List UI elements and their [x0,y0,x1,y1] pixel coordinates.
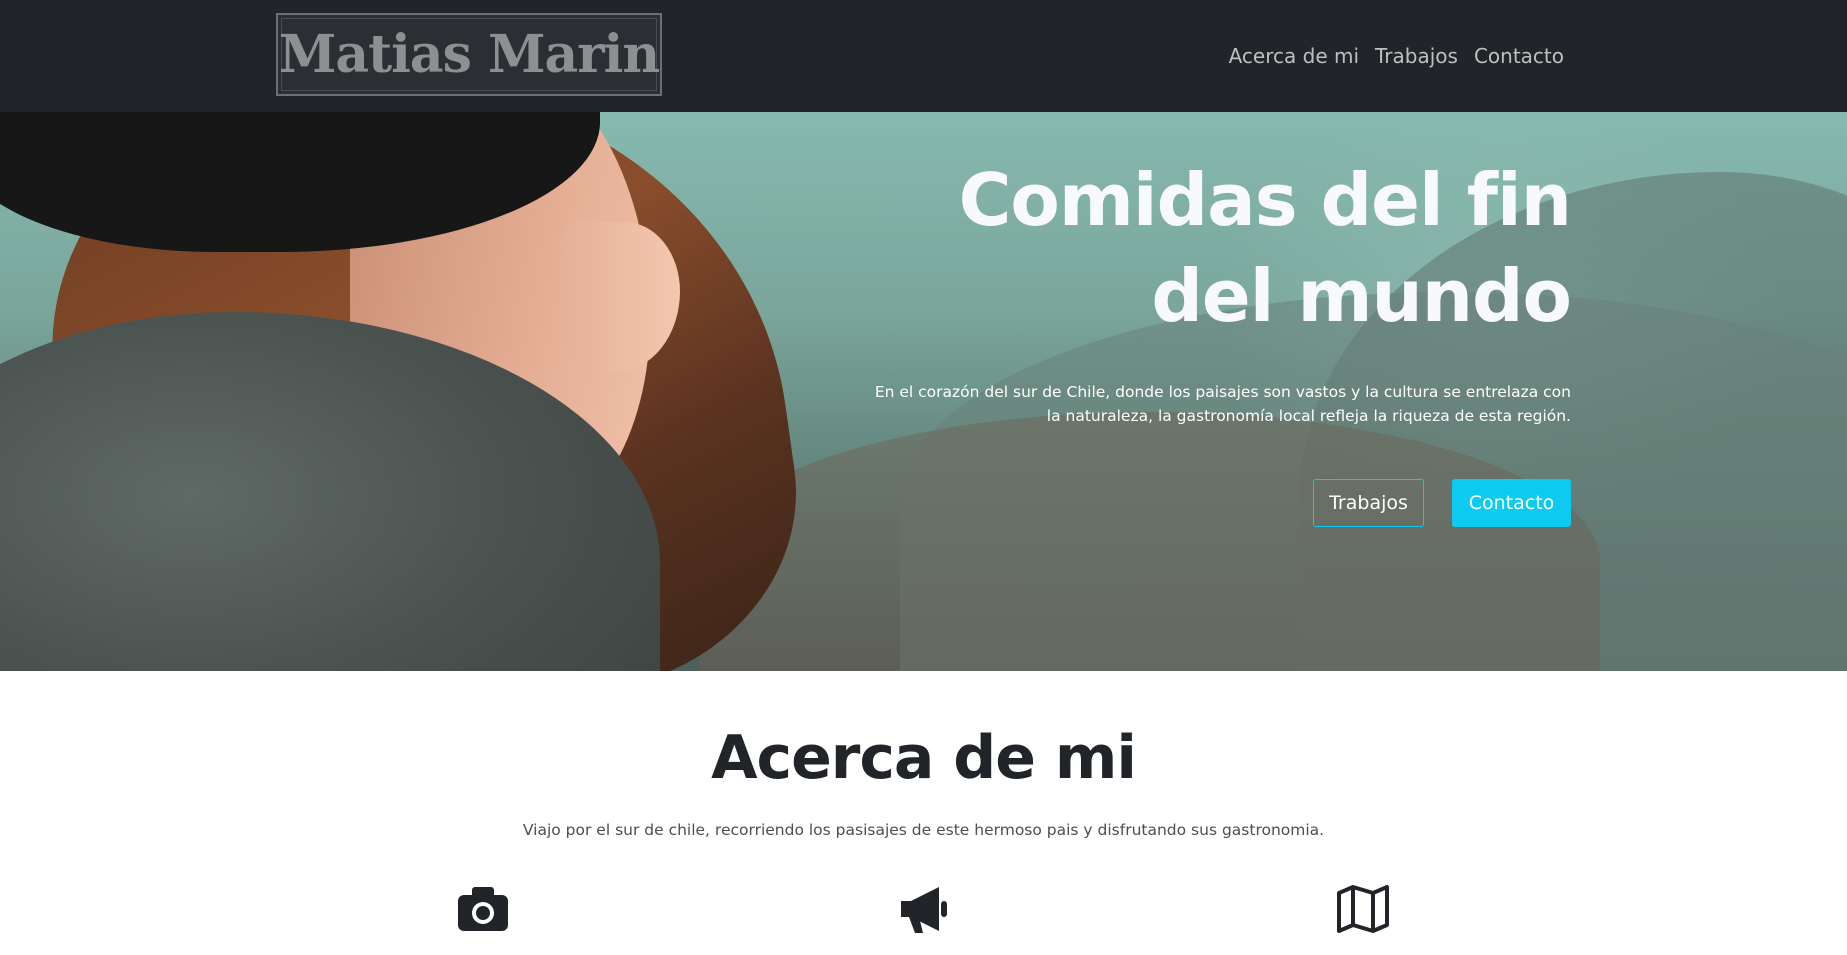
nav-link-acerca[interactable]: Acerca de mi [1229,44,1359,68]
hero-title: Comidas del fin del mundo [811,152,1572,344]
hero-title-line1: Comidas del fin [958,158,1572,242]
nav-links: Acerca de mi Trabajos Contacto [1229,40,1564,72]
contacto-button[interactable]: Contacto [1452,479,1571,527]
camera-icon [455,881,511,937]
map-icon [1335,881,1391,937]
hero-lead: En el corazón del sur de Chile, donde lo… [874,383,1571,425]
hero-title-line2: del mundo [1151,254,1572,338]
nav-link-contacto[interactable]: Contacto [1474,44,1564,68]
about-section: Acerca de mi Viajo por el sur de chile, … [0,671,1847,955]
brand-name: Matias Marin [278,24,660,85]
navbar: Matias Marin Acerca de mi Trabajos Conta… [0,0,1847,112]
trabajos-button[interactable]: Trabajos [1313,479,1424,527]
hero-buttons: Trabajos Contacto [1313,479,1571,527]
nav-link-trabajos[interactable]: Trabajos [1375,44,1458,68]
about-title: Acerca de mi [711,723,1137,793]
megaphone-icon [895,881,951,937]
hero-section: Comidas del fin del mundo En el corazón … [0,112,1847,671]
about-text: Viajo por el sur de chile, recorriendo l… [522,821,1325,839]
brand-logo[interactable]: Matias Marin [276,13,662,96]
